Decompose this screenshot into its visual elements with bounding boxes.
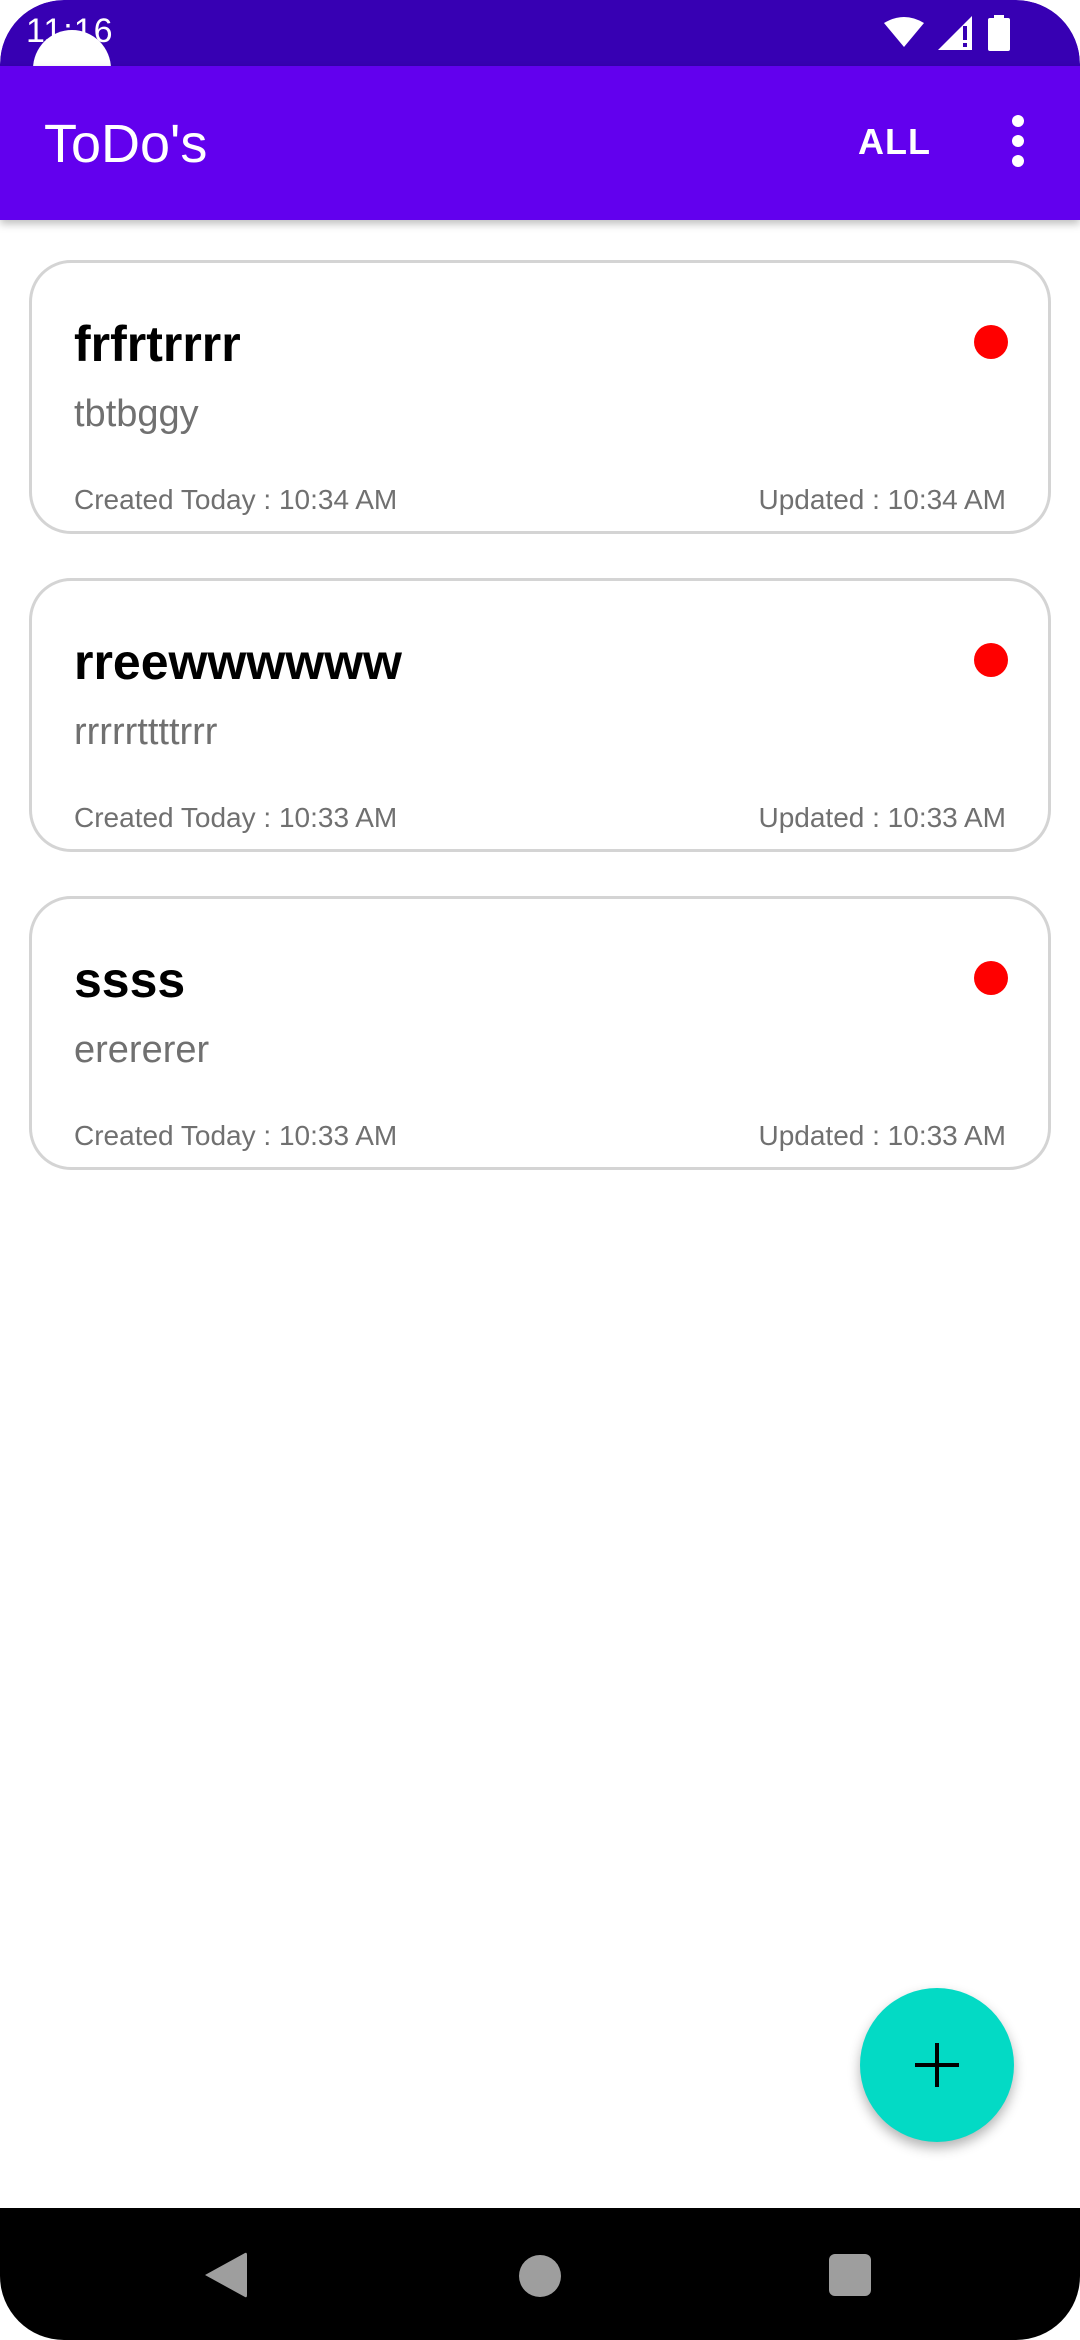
todo-title: ssss (74, 952, 186, 1008)
app-title: ToDo's (44, 114, 208, 174)
priority-dot-icon (974, 643, 1008, 677)
priority-dot-icon (974, 325, 1008, 359)
status-bar: 11:16 (0, 0, 1080, 66)
priority-dot-icon (974, 961, 1008, 995)
back-icon[interactable] (205, 2251, 247, 2299)
add-icon (915, 2043, 959, 2087)
todo-created-time: Created Today : 10:33 AM (74, 1120, 398, 1151)
navigation-bar (0, 2208, 1080, 2340)
cellular-signal-icon (938, 16, 972, 50)
recents-icon[interactable] (829, 2254, 871, 2296)
add-todo-button[interactable] (860, 1988, 1014, 2142)
battery-icon (988, 15, 1010, 51)
app-bar: ToDo's ALL (0, 66, 1080, 220)
todo-created-time: Created Today : 10:33 AM (74, 802, 398, 833)
screen: 11:16 ToDo's ALL frfrtrrrr tbtbggy (0, 0, 1080, 2340)
todo-card[interactable]: ssss erererer Created Today : 10:33 AM U… (29, 896, 1051, 1170)
todo-description: tbtbggy (74, 393, 199, 435)
filter-all-button[interactable]: ALL (858, 121, 931, 163)
todo-card[interactable]: rreewwwwww rrrrrttttrrr Created Today : … (29, 578, 1051, 852)
todo-updated-time: Updated : 10:33 AM (758, 802, 1006, 833)
home-icon[interactable] (519, 2255, 561, 2297)
todo-title: rreewwwwww (74, 634, 402, 690)
wifi-icon (884, 17, 924, 47)
more-vert-icon[interactable] (998, 106, 1038, 176)
todo-description: rrrrrttttrrr (74, 711, 218, 753)
todo-card[interactable]: frfrtrrrr tbtbggy Created Today : 10:34 … (29, 260, 1051, 534)
status-icons (884, 14, 1010, 52)
todo-updated-time: Updated : 10:34 AM (758, 484, 1006, 515)
todo-title: frfrtrrrr (74, 316, 241, 372)
todo-updated-time: Updated : 10:33 AM (758, 1120, 1006, 1151)
todo-created-time: Created Today : 10:34 AM (74, 484, 398, 515)
todo-description: erererer (74, 1029, 210, 1071)
